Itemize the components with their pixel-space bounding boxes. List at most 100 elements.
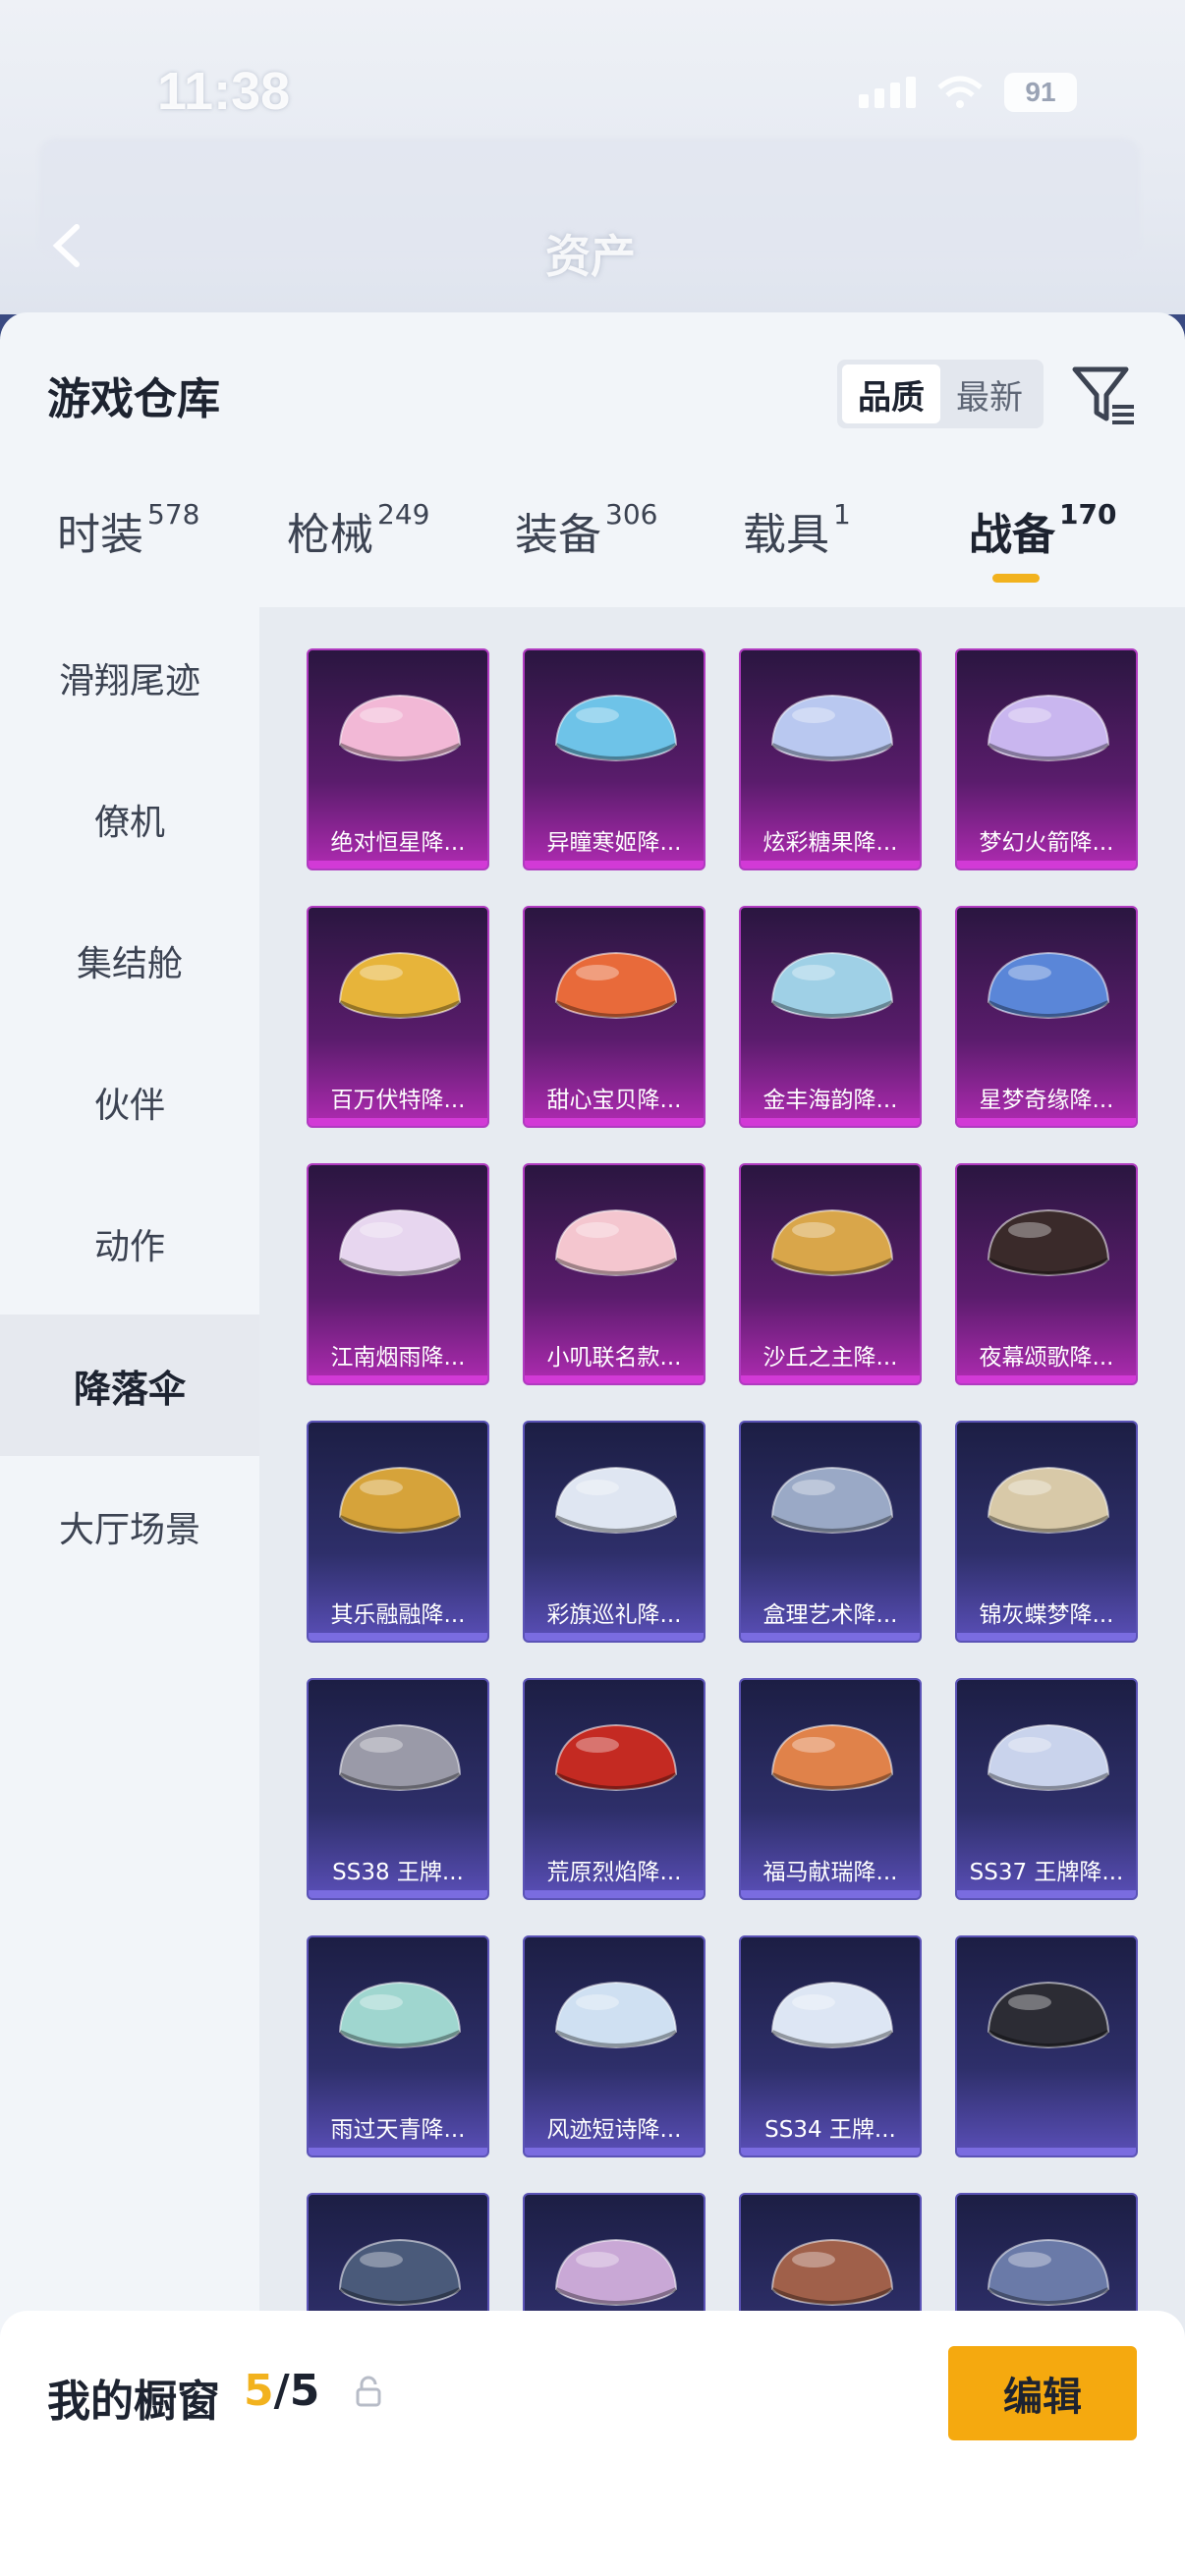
rarity-bar <box>309 861 487 868</box>
rarity-bar <box>309 1118 487 1126</box>
item-name: 盒理艺术降... <box>762 1602 898 1628</box>
parachute-icon <box>338 694 462 762</box>
item-name: SS37 王牌降... <box>969 1860 1124 1885</box>
tab-label: 装备 <box>515 510 601 560</box>
sort-quality-button[interactable]: 品质 <box>842 364 940 423</box>
parachute-item-card[interactable]: 夜幕颂歌降... <box>955 1163 1138 1385</box>
sidebar-item-lobby-scene[interactable]: 大厅场景 <box>0 1456 259 1597</box>
edit-button[interactable]: 编辑 <box>948 2346 1137 2440</box>
parachute-item-card[interactable]: 炫彩糖果降... <box>739 648 922 870</box>
parachute-item-card[interactable]: SS34 王牌... <box>739 1935 922 2157</box>
parachute-icon <box>338 1723 462 1792</box>
showcase-label: 我的橱窗 <box>47 2377 220 2427</box>
parachute-item-card[interactable]: 金丰海韵降... <box>739 906 922 1128</box>
sidebar-item-emote[interactable]: 动作 <box>0 1173 259 1315</box>
item-name: 甜心宝贝降... <box>546 1088 682 1113</box>
sort-newest-button[interactable]: 最新 <box>940 364 1039 423</box>
parachute-item-card[interactable]: 雨过天青降... <box>307 1935 489 2157</box>
battery-icon: 91 <box>1004 73 1077 112</box>
parachute-item-card[interactable]: 星梦奇缘降... <box>955 906 1138 1128</box>
item-name: 风迹短诗降... <box>546 2117 682 2143</box>
warehouse-sheet: 游戏仓库 品质 最新 时装 578 枪械 249 装备 306 载具 1 战备 … <box>0 312 1185 2576</box>
item-name: 梦幻火箭降... <box>979 830 1114 856</box>
item-name: 夜幕颂歌降... <box>979 1345 1114 1371</box>
rarity-bar <box>525 861 704 868</box>
showcase-total: /5 <box>273 2366 320 2416</box>
rarity-bar <box>525 1890 704 1898</box>
parachute-item-card[interactable]: 小叽联名款... <box>523 1163 705 1385</box>
parachute-icon <box>554 951 678 1020</box>
rarity-bar <box>957 1890 1136 1898</box>
parachute-icon <box>554 694 678 762</box>
item-name: 其乐融融降... <box>330 1602 466 1628</box>
parachute-icon <box>554 1981 678 2049</box>
parachute-item-card[interactable]: 甜心宝贝降... <box>523 906 705 1128</box>
item-name: 沙丘之主降... <box>762 1345 898 1371</box>
parachute-icon <box>338 1466 462 1535</box>
parachute-icon <box>987 1466 1110 1535</box>
item-name: 江南烟雨降... <box>330 1345 466 1371</box>
parachute-item-card[interactable]: 彩旗巡礼降... <box>523 1421 705 1643</box>
parachute-item-card[interactable]: 百万伏特降... <box>307 906 489 1128</box>
parachute-icon <box>554 1466 678 1535</box>
category-tabs: 时装 578 枪械 249 装备 306 载具 1 战备 170 <box>0 498 1185 607</box>
sheet-title: 游戏仓库 <box>47 374 220 424</box>
tab-fashion[interactable]: 时装 578 <box>57 498 200 562</box>
parachute-icon <box>770 694 894 762</box>
signal-icon <box>859 77 916 108</box>
tab-count: 578 <box>147 498 200 532</box>
tab-supplies[interactable]: 战备 170 <box>969 498 1116 562</box>
rarity-bar <box>741 2148 920 2156</box>
tab-weapons[interactable]: 枪械 249 <box>287 498 429 562</box>
parachute-icon <box>987 951 1110 1020</box>
tab-active-indicator <box>992 574 1040 583</box>
item-name: 雨过天青降... <box>330 2117 466 2143</box>
sidebar-item-companion[interactable]: 伙伴 <box>0 1032 259 1173</box>
tab-label: 战备 <box>969 510 1055 560</box>
status-icons: 91 <box>859 73 1077 112</box>
sidebar-item-parachute[interactable]: 降落伞 <box>0 1315 259 1456</box>
item-name: SS34 王牌... <box>764 2117 896 2143</box>
item-name: 小叽联名款... <box>546 1345 682 1371</box>
rarity-bar <box>741 861 920 868</box>
item-name: 绝对恒星降... <box>330 830 466 856</box>
tab-count: 1 <box>833 498 851 532</box>
sheet-header: 游戏仓库 品质 最新 时装 578 枪械 249 装备 306 载具 1 战备 … <box>0 312 1185 607</box>
filter-icon[interactable] <box>1069 360 1138 428</box>
lock-icon <box>356 2376 381 2407</box>
parachute-item-card[interactable]: 绝对恒星降... <box>307 648 489 870</box>
parachute-icon <box>770 1723 894 1792</box>
parachute-item-card[interactable]: 福马献瑞降... <box>739 1678 922 1900</box>
tab-vehicles[interactable]: 载具 1 <box>743 498 851 562</box>
parachute-icon <box>770 1208 894 1277</box>
parachute-item-card[interactable]: 其乐融融降... <box>307 1421 489 1643</box>
item-name: 锦灰蝶梦降... <box>979 1602 1114 1628</box>
parachute-item-card[interactable] <box>955 1935 1138 2157</box>
parachute-item-card[interactable]: SS38 王牌... <box>307 1678 489 1900</box>
parachute-item-card[interactable]: 盒理艺术降... <box>739 1421 922 1643</box>
parachute-icon <box>770 1981 894 2049</box>
parachute-item-card[interactable]: 沙丘之主降... <box>739 1163 922 1385</box>
parachute-item-card[interactable]: 荒原烈焰降... <box>523 1678 705 1900</box>
rarity-bar <box>957 2148 1136 2156</box>
parachute-icon <box>338 1208 462 1277</box>
tab-label: 枪械 <box>287 510 373 560</box>
item-name: 金丰海韵降... <box>762 1088 898 1113</box>
sidebar-item-pod[interactable]: 集结舱 <box>0 890 259 1032</box>
parachute-item-card[interactable]: 锦灰蝶梦降... <box>955 1421 1138 1643</box>
showcase-bar: 我的橱窗 5/5 编辑 <box>0 2311 1185 2576</box>
parachute-icon <box>338 951 462 1020</box>
sidebar-item-glide-trail[interactable]: 滑翔尾迹 <box>0 607 259 749</box>
rarity-bar <box>525 2148 704 2156</box>
tab-equipment[interactable]: 装备 306 <box>515 498 657 562</box>
rarity-bar <box>525 1633 704 1641</box>
parachute-item-card[interactable]: 风迹短诗降... <box>523 1935 705 2157</box>
parachute-item-card[interactable]: 梦幻火箭降... <box>955 648 1138 870</box>
parachute-item-card[interactable]: SS37 王牌降... <box>955 1678 1138 1900</box>
rarity-bar <box>309 1890 487 1898</box>
back-icon[interactable] <box>43 221 92 270</box>
sidebar-item-wingman[interactable]: 僚机 <box>0 749 259 890</box>
rarity-bar <box>309 1633 487 1641</box>
parachute-item-card[interactable]: 江南烟雨降... <box>307 1163 489 1385</box>
parachute-item-card[interactable]: 异瞳寒姬降... <box>523 648 705 870</box>
